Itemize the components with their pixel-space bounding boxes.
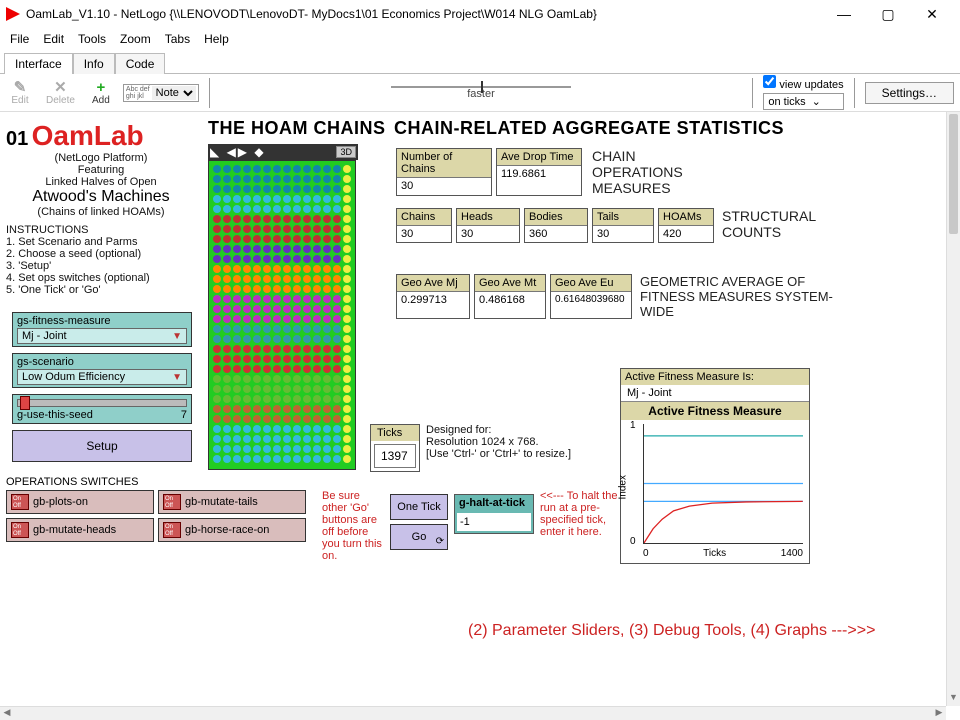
halt-note: <<--- To halt the run at a pre-specified… — [540, 490, 620, 538]
chart-title: Active Fitness Measure — [621, 401, 809, 420]
mon-label: Ave Drop Time — [497, 149, 581, 166]
chart-plot: 1 0 — [643, 424, 803, 544]
instr-1: 1. Set Scenario and Parms — [6, 236, 196, 248]
tab-code[interactable]: Code — [115, 53, 166, 74]
divider — [209, 78, 210, 108]
scroll-right-icon[interactable]: ▶ — [932, 707, 946, 720]
hoam-title: THE HOAM CHAINS — [208, 118, 386, 139]
ticks-label: Ticks — [371, 425, 419, 441]
toggle-icon: OnOff — [11, 494, 29, 510]
scenario-chooser[interactable]: gs-scenario Low Odum Efficiency▼ — [12, 353, 192, 388]
maximize-button[interactable]: ▢ — [866, 0, 910, 28]
close-button[interactable]: ✕ — [910, 0, 954, 28]
menu-edit[interactable]: Edit — [37, 30, 70, 48]
seed-slider[interactable]: g-use-this-seed7 — [12, 394, 192, 424]
note-icon: Abc defghi jkl — [126, 86, 150, 100]
model-num: 01 — [6, 128, 28, 150]
instr-5: 5. 'One Tick' or 'Go' — [6, 284, 196, 296]
row1-side: CHAIN OPERATIONS MEASURES — [592, 148, 712, 196]
chevron-down-icon: ▼ — [172, 372, 182, 383]
slider-thumb[interactable] — [20, 396, 30, 410]
switch-mutate-tails[interactable]: OnOffgb-mutate-tails — [158, 490, 306, 514]
world-controls-icon[interactable]: ◣ ◀▶ ◆ — [210, 145, 266, 159]
footer-hint: (2) Parameter Sliders, (3) Debug Tools, … — [468, 622, 875, 640]
forever-icon: ⟳ — [436, 536, 444, 547]
one-tick-button[interactable]: One Tick — [390, 494, 448, 520]
row2-side: STRUCTURAL COUNTS — [722, 208, 832, 243]
plus-icon: + — [91, 79, 111, 95]
instr-title: INSTRUCTIONS — [6, 224, 196, 236]
mon-label: Number of Chains — [397, 149, 491, 178]
fitness-measure-chooser[interactable]: gs-fitness-measure Mj - Joint▼ — [12, 312, 192, 347]
res-3: [Use 'Ctrl-' or 'Ctrl+' to resize.] — [426, 448, 571, 460]
mon-value: 119.6861 — [497, 166, 581, 182]
edit-button[interactable]: ✎Edit — [6, 79, 34, 106]
stats-title: CHAIN-RELATED AGGREGATE STATISTICS — [394, 118, 784, 139]
menu-help[interactable]: Help — [198, 30, 235, 48]
delete-button[interactable]: ✕Delete — [42, 79, 79, 106]
switch-horse-race[interactable]: OnOffgb-horse-race-on — [158, 518, 306, 542]
view-updates-check[interactable]: view updates — [763, 75, 843, 91]
chart-headval: Mj - Joint — [621, 385, 809, 401]
chevron-down-icon: ▼ — [172, 331, 182, 342]
scroll-down-icon[interactable]: ▼ — [947, 692, 960, 706]
ticks-value: 1397 — [374, 444, 416, 468]
update-mode-select[interactable]: on ticks⌄ — [763, 93, 843, 110]
speed-slider[interactable] — [391, 86, 571, 88]
window-title: OamLab_V1.10 - NetLogo {\\LENOVODT\Lenov… — [26, 7, 822, 21]
instr-2: 2. Choose a seed (optional) — [6, 248, 196, 260]
switch-plots[interactable]: OnOffgb-plots-on — [6, 490, 154, 514]
world-view[interactable] — [208, 160, 356, 470]
toggle-icon: OnOff — [163, 522, 181, 538]
halt-at-tick-input[interactable]: g-halt-at-tick -1 — [454, 494, 534, 534]
add-button[interactable]: +Add — [87, 79, 115, 106]
instr-3: 3. 'Setup' — [6, 260, 196, 272]
chains-label: (Chains of linked HOAMs) — [6, 206, 196, 218]
scroll-left-icon[interactable]: ◀ — [0, 707, 14, 720]
model-name: OamLab — [32, 120, 144, 151]
divider — [854, 78, 855, 108]
switch-mutate-heads[interactable]: OnOffgb-mutate-heads — [6, 518, 154, 542]
instr-4: 4. Set ops switches (optional) — [6, 272, 196, 284]
scroll-thumb[interactable] — [949, 114, 958, 234]
chart-head: Active Fitness Measure Is: — [621, 369, 809, 385]
menu-tools[interactable]: Tools — [72, 30, 112, 48]
tab-interface[interactable]: Interface — [4, 53, 73, 74]
menu-zoom[interactable]: Zoom — [114, 30, 157, 48]
toggle-icon: OnOff — [11, 522, 29, 538]
mon-value: 30 — [397, 178, 491, 194]
go-button[interactable]: Go⟳ — [390, 524, 448, 550]
atwoods-label: Atwood's Machines — [6, 188, 196, 206]
featuring2-label: Linked Halves of Open — [6, 176, 196, 188]
ops-title: OPERATIONS SWITCHES — [6, 474, 306, 490]
featuring-label: Featuring — [6, 164, 196, 176]
toggle-icon: OnOff — [163, 494, 181, 510]
chart-ylabel: Index — [618, 475, 629, 499]
row3-side: GEOMETRIC AVERAGE OF FITNESS MEASURES SY… — [640, 274, 850, 319]
x-icon: ✕ — [50, 79, 70, 95]
menu-tabs[interactable]: Tabs — [159, 30, 196, 48]
chevron-down-icon: ⌄ — [812, 95, 821, 108]
app-logo-icon — [6, 7, 20, 21]
tab-info[interactable]: Info — [73, 53, 115, 74]
go-note: Be sure other 'Go' buttons are off befor… — [322, 490, 386, 562]
settings-button[interactable]: Settings… — [865, 82, 954, 104]
platform-label: (NetLogo Platform) — [6, 152, 196, 164]
setup-button[interactable]: Setup — [12, 430, 192, 462]
minimize-button[interactable]: — — [822, 0, 866, 28]
3d-button[interactable]: 3D — [336, 146, 356, 158]
vertical-scrollbar[interactable]: ▲ ▼ — [946, 112, 960, 706]
pencil-icon: ✎ — [10, 79, 30, 95]
res-1: Designed for: — [426, 424, 571, 436]
widget-type-select[interactable]: Abc defghi jkl Note — [123, 84, 199, 102]
menu-file[interactable]: File — [4, 30, 35, 48]
res-2: Resolution 1024 x 768. — [426, 436, 571, 448]
divider — [752, 78, 753, 108]
horizontal-scrollbar[interactable]: ◀ ▶ — [0, 706, 946, 720]
